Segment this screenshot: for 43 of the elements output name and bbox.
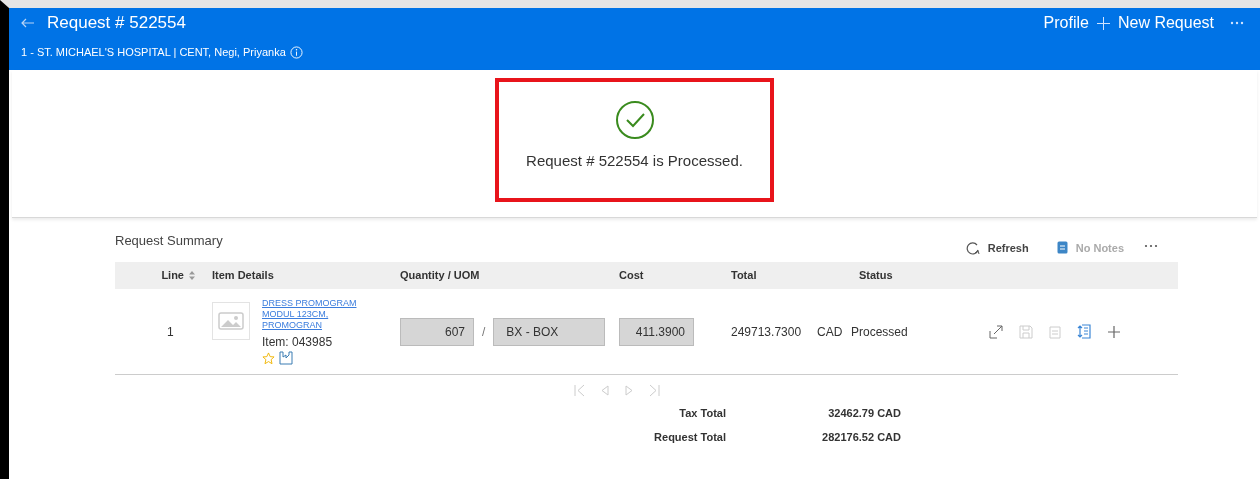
success-check-icon bbox=[614, 100, 655, 140]
favorite-star-icon[interactable] bbox=[262, 351, 275, 365]
next-page-icon[interactable] bbox=[624, 384, 633, 396]
total-value: 32462.79 CAD bbox=[827, 406, 901, 421]
column-header[interactable]: Status bbox=[859, 267, 893, 284]
success-message: Request # 522554 is Processed. bbox=[526, 151, 743, 171]
notepad-icon bbox=[1056, 241, 1068, 255]
profile-link[interactable]: Profile bbox=[1043, 11, 1089, 35]
refresh-icon bbox=[965, 240, 980, 255]
context-text: 1 - ST. MICHAEL'S HOSPITAL | CENT, Negi, Priyanka bbox=[21, 45, 286, 60]
image-placeholder-icon bbox=[212, 302, 250, 340]
column-header[interactable]: Line bbox=[161, 267, 184, 284]
more-icon[interactable] bbox=[1230, 21, 1244, 25]
item-link[interactable]: DRESS PROMOGRAM MODUL 123CM, PROMOGRAN bbox=[262, 298, 362, 331]
item-number: Item: 043985 bbox=[262, 334, 334, 351]
column-header[interactable]: Total bbox=[731, 267, 757, 284]
open-external-icon[interactable] bbox=[989, 324, 1003, 339]
column-header[interactable]: Quantity / UOM bbox=[400, 267, 480, 284]
refresh-button[interactable]: Refresh bbox=[965, 239, 1029, 256]
plus-icon[interactable] bbox=[1096, 16, 1110, 30]
page-title: Request # 522554 bbox=[47, 12, 186, 35]
line-number: 1 bbox=[167, 323, 174, 341]
previous-page-icon[interactable] bbox=[600, 384, 609, 396]
sort-icon[interactable] bbox=[188, 270, 196, 281]
column-header[interactable]: Item Details bbox=[212, 267, 274, 284]
currency-text: CAD bbox=[817, 323, 843, 341]
info-icon[interactable] bbox=[289, 45, 303, 59]
new-request-link[interactable]: New Request bbox=[1117, 11, 1214, 35]
quantity-field[interactable]: 607 bbox=[400, 317, 474, 346]
total-label: Tax Total bbox=[678, 406, 726, 421]
status-text: Processed bbox=[851, 324, 908, 339]
section-title: Request Summary bbox=[115, 231, 223, 250]
total-label: Request Total bbox=[653, 429, 726, 445]
total-value: 282176.52 CAD bbox=[821, 429, 901, 445]
separator-text: / bbox=[482, 323, 486, 341]
total-amount: 249713.7300 bbox=[731, 323, 802, 341]
more-icon[interactable] bbox=[1144, 244, 1158, 248]
add-icon[interactable] bbox=[1107, 324, 1121, 339]
document-arrows-icon[interactable] bbox=[1077, 324, 1091, 339]
uom-field[interactable]: BX - BOX bbox=[493, 317, 606, 346]
column-header[interactable]: Cost bbox=[619, 267, 644, 284]
cost-field[interactable]: 411.3900 bbox=[619, 317, 694, 346]
back-arrow-icon[interactable] bbox=[21, 18, 35, 28]
